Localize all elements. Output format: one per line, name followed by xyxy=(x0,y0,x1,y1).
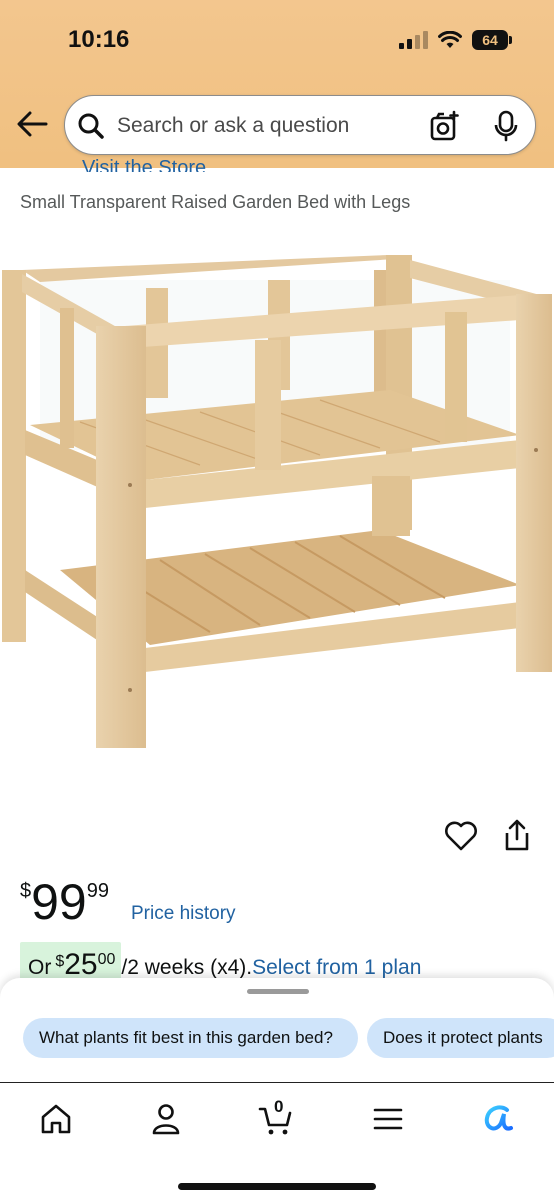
installment-period: /2 weeks (x4). xyxy=(121,956,253,979)
back-arrow-icon[interactable] xyxy=(14,108,50,140)
home-icon[interactable] xyxy=(38,1101,74,1137)
sheet-drag-handle[interactable] xyxy=(247,989,309,994)
search-input[interactable]: Search or ask a question xyxy=(64,95,536,155)
cart-button[interactable]: 0 xyxy=(258,1097,294,1137)
product-title: Small Transparent Raised Garden Bed with… xyxy=(20,192,411,212)
cart-count: 0 xyxy=(274,1097,284,1116)
visit-store-link[interactable]: Visit the Store xyxy=(82,152,206,172)
share-icon[interactable] xyxy=(502,818,532,852)
product-image[interactable] xyxy=(0,240,554,770)
menu-icon[interactable] xyxy=(370,1101,406,1137)
search-icon xyxy=(78,113,104,139)
search-placeholder: Search or ask a question xyxy=(117,114,350,137)
battery-indicator: 64 xyxy=(472,30,512,50)
installment-whole: 25 xyxy=(64,948,98,981)
price-whole: 99 xyxy=(31,874,87,930)
installment-currency: $ xyxy=(55,953,65,970)
price-fraction: 99 xyxy=(86,880,109,902)
header: 10:16 64 Search or ask a question xyxy=(0,0,554,168)
wifi-icon xyxy=(438,31,462,48)
price-currency: $ xyxy=(20,880,32,902)
suggestion-sheet: What plants fit best in this garden bed?… xyxy=(0,978,554,1082)
bottom-nav: 0 xyxy=(0,1082,554,1200)
installment-offer: Or $ 25 00 /2 weeks (x4). Select from 1 … xyxy=(20,942,421,986)
status-time: 10:16 xyxy=(68,26,130,53)
select-plan-link[interactable]: Select from 1 plan xyxy=(252,956,421,980)
home-indicator xyxy=(178,1183,376,1190)
microphone-icon[interactable] xyxy=(493,110,519,142)
price-history-link[interactable]: Price history xyxy=(131,903,236,925)
account-icon[interactable] xyxy=(148,1101,184,1137)
product-price: $ 99 99 xyxy=(20,874,109,930)
status-icons: 64 xyxy=(399,30,512,50)
camera-search-icon[interactable] xyxy=(429,110,461,142)
heart-wishlist-icon[interactable] xyxy=(444,820,478,852)
suggestion-chip[interactable]: Does it protect plants xyxy=(367,1018,554,1058)
suggestion-chip[interactable]: What plants fit best in this garden bed? xyxy=(23,1018,358,1058)
installment-fraction: 00 xyxy=(97,951,116,968)
cellular-signal-icon xyxy=(399,31,428,49)
installment-prefix: Or xyxy=(28,956,52,979)
rufus-icon[interactable] xyxy=(480,1101,516,1137)
